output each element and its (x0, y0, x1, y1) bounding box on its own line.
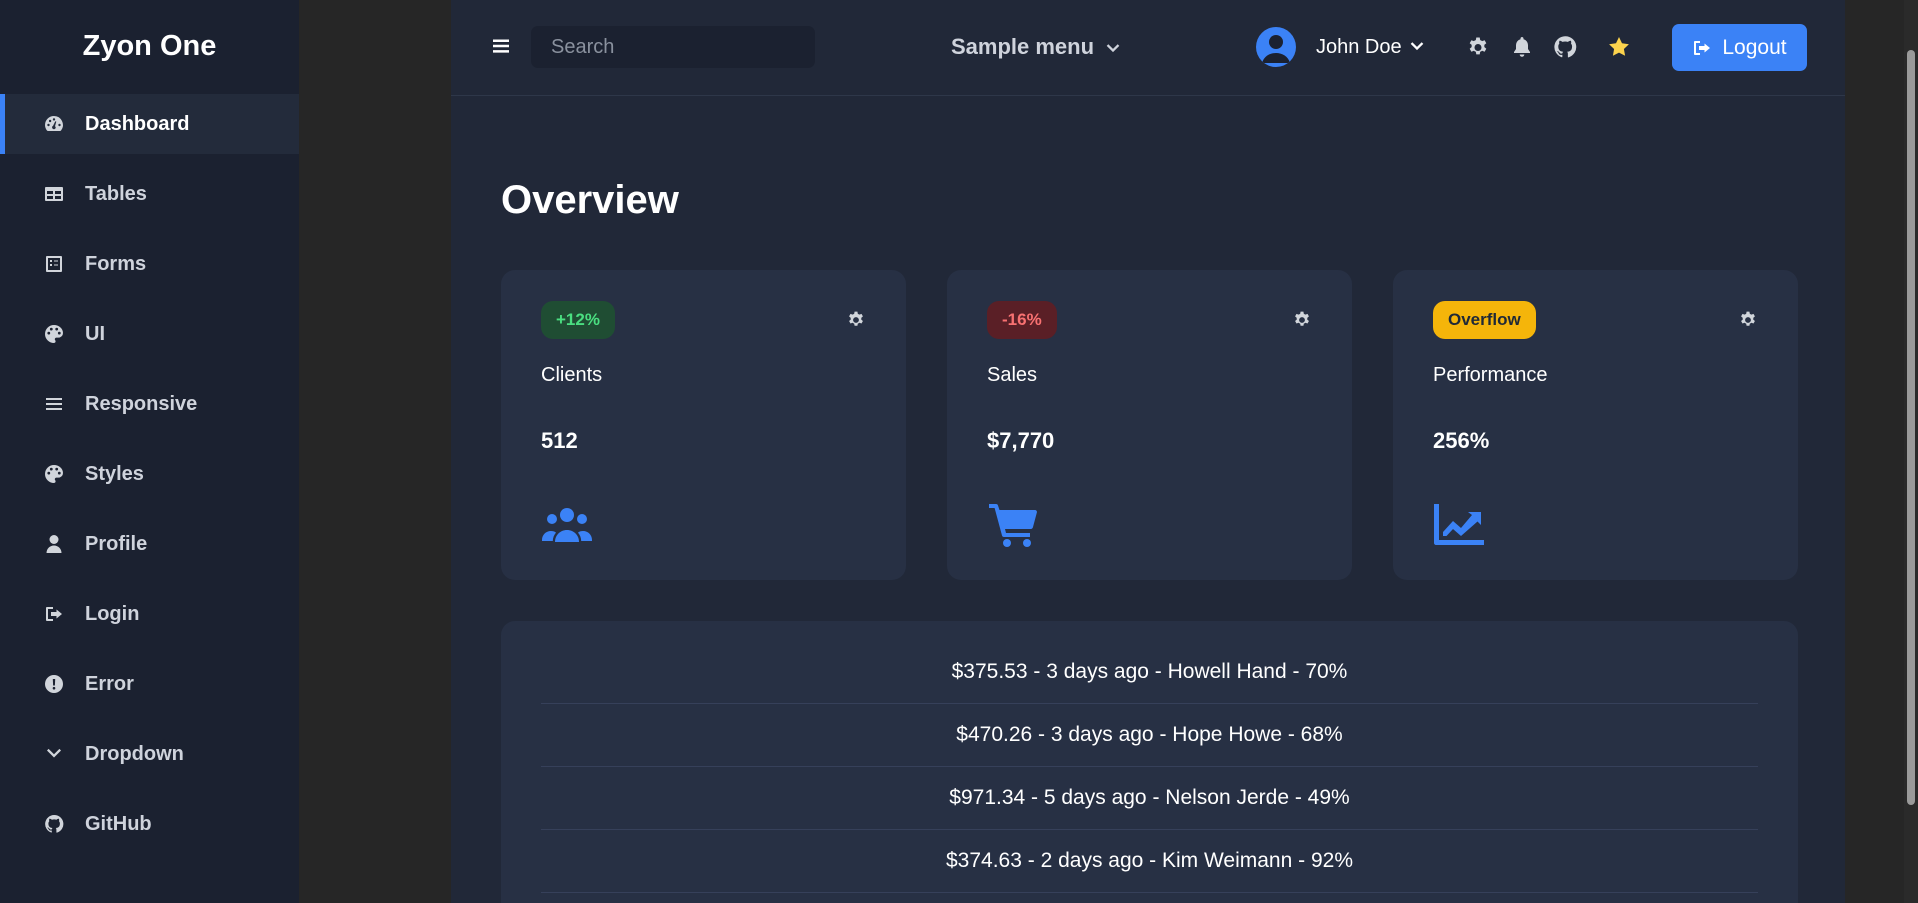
brand-title: Zyon One (82, 29, 217, 62)
palette-icon (44, 324, 64, 344)
hamburger-menu-icon[interactable] (491, 36, 513, 58)
bars-icon (44, 394, 64, 414)
user-name: John Doe (1316, 35, 1402, 58)
layout-gap (299, 0, 451, 903)
sidebar-nav: Dashboard Tables Forms UI Responsive Sty… (0, 94, 299, 854)
sidebar-item-label: Forms (85, 252, 147, 275)
transactions-card: $375.53 - 3 days ago - Howell Hand - 70%… (501, 621, 1798, 903)
sidebar-item-styles[interactable]: Styles (0, 444, 299, 504)
sidebar-item-label: Error (85, 672, 134, 695)
logout-button[interactable]: Logout (1672, 24, 1807, 71)
gear-icon[interactable] (1466, 35, 1490, 59)
sidebar-item-label: Styles (85, 462, 144, 485)
login-icon (44, 604, 64, 624)
sidebar-item-forms[interactable]: Forms (0, 234, 299, 294)
logout-label: Logout (1722, 35, 1787, 59)
trend-badge: +12% (541, 301, 615, 339)
form-icon (44, 254, 64, 274)
stats-cards: +12% Clients 512 -16% Sales $7,770 Overf… (501, 270, 1798, 580)
sidebar-item-github[interactable]: GitHub (0, 794, 299, 854)
main-area: Sample menu John Doe Log (451, 0, 1845, 903)
chevron-down-icon (1104, 38, 1122, 56)
sidebar-item-responsive[interactable]: Responsive (0, 374, 299, 434)
sidebar-item-label: Responsive (85, 392, 198, 415)
github-icon[interactable] (1553, 35, 1577, 59)
sample-menu-dropdown[interactable]: Sample menu (951, 34, 1122, 60)
status-badge: Overflow (1433, 301, 1536, 339)
table-icon (44, 184, 64, 204)
list-item: $375.53 - 3 days ago - Howell Hand - 70% (541, 641, 1758, 704)
cart-icon (987, 502, 1039, 548)
card-value: $7,770 (987, 428, 1055, 453)
stat-card-performance: Overflow Performance 256% (1393, 270, 1798, 580)
github-icon (44, 814, 64, 834)
sidebar-item-profile[interactable]: Profile (0, 514, 299, 574)
search-input[interactable] (531, 26, 815, 68)
scrollbar[interactable] (1904, 0, 1918, 903)
gauge-icon (44, 114, 64, 134)
sidebar-item-login[interactable]: Login (0, 584, 299, 644)
avatar (1256, 27, 1296, 67)
trend-badge: -16% (987, 301, 1057, 339)
sidebar: Zyon One Dashboard Tables Forms UI Respo… (0, 0, 299, 903)
gear-icon[interactable] (846, 310, 866, 330)
sidebar-item-label: Profile (85, 532, 148, 555)
user-icon (44, 534, 64, 554)
sidebar-item-tables[interactable]: Tables (0, 164, 299, 224)
stat-card-clients: +12% Clients 512 (501, 270, 906, 580)
chevron-down-icon (44, 744, 64, 764)
exclamation-circle-icon (44, 674, 64, 694)
transactions-list: $375.53 - 3 days ago - Howell Hand - 70%… (541, 621, 1758, 893)
logout-icon (1694, 40, 1711, 55)
sidebar-item-ui[interactable]: UI (0, 304, 299, 364)
gear-icon[interactable] (1292, 310, 1312, 330)
user-menu[interactable]: John Doe (1256, 27, 1426, 67)
stat-card-sales: -16% Sales $7,770 (947, 270, 1352, 580)
list-item: $374.63 - 2 days ago - Kim Weimann - 92% (541, 830, 1758, 893)
sidebar-item-label: Dashboard (85, 112, 190, 135)
chevron-down-icon (1408, 38, 1426, 56)
users-icon (541, 502, 593, 548)
sidebar-item-error[interactable]: Error (0, 654, 299, 714)
sidebar-item-label: Login (85, 602, 140, 625)
page-title: Overview (501, 178, 679, 222)
sidebar-item-dropdown[interactable]: Dropdown (0, 724, 299, 784)
card-label: Clients (541, 364, 603, 386)
sidebar-item-label: Dropdown (85, 742, 184, 765)
card-value: 256% (1433, 428, 1490, 453)
star-icon[interactable] (1607, 35, 1631, 59)
sidebar-item-label: UI (85, 322, 105, 345)
card-label: Performance (1433, 364, 1548, 386)
scrollbar-thumb[interactable] (1907, 50, 1915, 805)
sidebar-item-label: Tables (85, 182, 147, 205)
chart-line-icon (1433, 502, 1485, 548)
list-item: $971.34 - 5 days ago - Nelson Jerde - 49… (541, 767, 1758, 830)
gear-icon[interactable] (1738, 310, 1758, 330)
palette-icon (44, 464, 64, 484)
sample-menu-label: Sample menu (951, 34, 1095, 59)
sidebar-item-label: GitHub (85, 812, 152, 835)
bell-icon[interactable] (1510, 35, 1534, 59)
card-value: 512 (541, 428, 578, 453)
card-label: Sales (987, 364, 1038, 386)
list-item: $470.26 - 3 days ago - Hope Howe - 68% (541, 704, 1758, 767)
sidebar-item-dashboard[interactable]: Dashboard (0, 94, 299, 154)
top-navbar: Sample menu John Doe Log (451, 0, 1845, 96)
